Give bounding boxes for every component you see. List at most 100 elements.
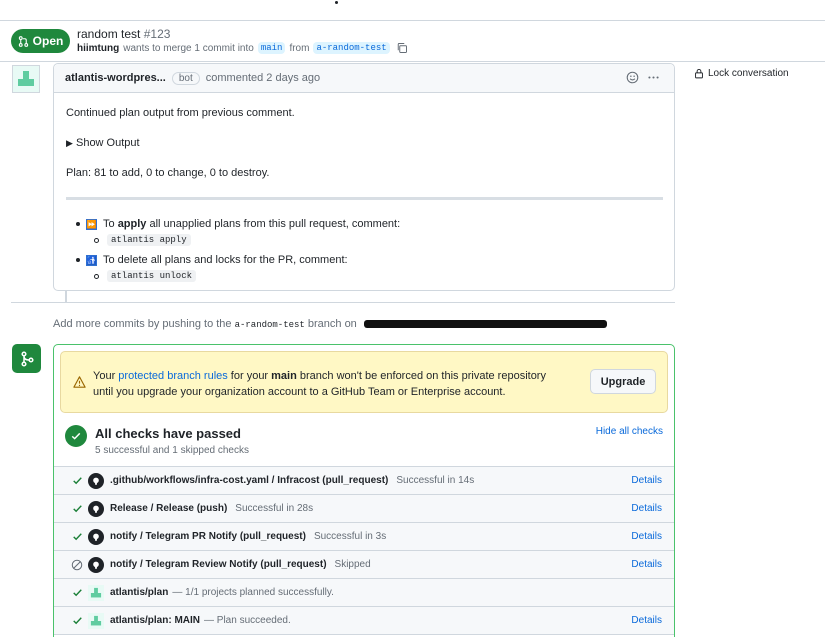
check-icon [70, 475, 84, 486]
pr-author-link[interactable]: hiimtung [77, 43, 119, 54]
copy-icon[interactable] [396, 42, 408, 54]
check-row: atlantis/plan — 1/1 projects planned succ… [54, 579, 674, 607]
check-row: atlantis/plan: MAIN — Plan succeeded. Deta… [54, 607, 674, 635]
pr-title: random test #123 [77, 27, 170, 41]
atlantis-logo-icon [88, 584, 104, 601]
bullet [76, 258, 80, 262]
timeline-divider [11, 302, 675, 303]
plan-summary: Plan: 81 to add, 0 to change, 0 to destr… [66, 167, 270, 179]
head-branch-link[interactable]: a-random-test [313, 42, 390, 54]
list-item-unlock: 🚮 To delete all plans and locks for the … [76, 254, 662, 266]
hide-all-checks-link[interactable]: Hide all checks [596, 426, 663, 437]
github-logo-icon [88, 556, 104, 573]
comment-intro: Continued plan output from previous comm… [66, 107, 295, 119]
check-row: notify / Telegram PR Notify (pull_reques… [54, 523, 674, 551]
pr-subtitle: hiimtung wants to merge 1 commit into ma… [77, 42, 408, 54]
add-commits-branch: a-random-test [234, 320, 305, 330]
comment-actions [626, 71, 660, 84]
triangle-right-icon: ▶ [66, 138, 73, 148]
github-logo-icon [88, 472, 104, 489]
apply-bold: apply [117, 218, 147, 230]
warning-branch: main [271, 370, 297, 382]
comment-header: atlantis-wordpres... bot commented 2 day… [54, 64, 674, 93]
lock-conversation-button[interactable]: Lock conversation [694, 68, 789, 79]
apply-rest: all unapplied plans from this pull reque… [146, 218, 401, 230]
check-name: Release / Release (push) [110, 503, 228, 514]
circle-bullet [94, 237, 99, 243]
comment-author-link[interactable]: atlantis-wordpres... [65, 72, 166, 84]
redacted-repo-link [363, 320, 607, 329]
details-link[interactable]: Details [631, 615, 662, 626]
check-row: notify / Telegram Review Notify (pull_re… [54, 551, 674, 579]
pr-header: Open random test #123 hiimtung wants to … [0, 20, 825, 62]
git-merge-icon [12, 344, 41, 373]
check-icon [70, 587, 84, 598]
check-description: — Plan succeeded. [204, 615, 291, 626]
show-output-toggle[interactable]: ▶ Show Output [66, 137, 662, 149]
pr-number: #123 [143, 27, 171, 41]
circle-bullet [94, 273, 99, 279]
list-subitem-unlock: atlantis unlock [94, 270, 662, 282]
check-circle-icon [65, 425, 87, 447]
check-icon [70, 615, 84, 626]
protected-branch-rules-link[interactable]: protected branch rules [118, 370, 227, 382]
alert-icon [73, 376, 86, 388]
checks-title: All checks have passed [95, 426, 241, 441]
github-logo-icon [88, 528, 104, 545]
check-name: atlantis/plan [110, 587, 169, 598]
details-link[interactable]: Details [631, 559, 662, 570]
check-description: Skipped [334, 559, 371, 570]
list-subitem-apply: atlantis apply [94, 234, 662, 246]
comment-body: Continued plan output from previous comm… [54, 93, 674, 304]
apply-instruction: To apply all unapplied plans from this p… [103, 218, 400, 230]
check-name: notify / Telegram Review Notify (pull_re… [110, 559, 327, 570]
comment-time[interactable]: commented 2 days ago [206, 72, 320, 84]
merge-text: wants to merge 1 commit into [123, 42, 254, 54]
github-logo-icon [88, 500, 104, 517]
warning-part1: Your [93, 370, 119, 382]
bot-avatar[interactable] [12, 65, 40, 93]
skip-icon [70, 559, 84, 571]
check-description: — 1/1 projects planned successfully. [172, 587, 334, 598]
top-dot [335, 1, 338, 4]
add-commits-suffix: branch on [307, 318, 357, 330]
bot-badge: bot [171, 71, 200, 85]
apply-command: atlantis apply [107, 234, 191, 246]
details-link[interactable]: Details [631, 531, 662, 542]
add-commits-hint: Add more commits by pushing to the a-ran… [53, 318, 607, 330]
bullet [76, 222, 80, 226]
put-litter-icon: 🚮 [86, 254, 97, 266]
atlantis-logo-icon [18, 71, 34, 86]
atlantis-logo-icon [88, 612, 104, 629]
warning-text: Your protected branch rules for your mai… [93, 368, 553, 400]
check-description: Successful in 28s [235, 503, 314, 514]
apply-prefix: To [103, 218, 118, 230]
check-icon [70, 531, 84, 542]
open-state-badge: Open [11, 29, 70, 53]
check-icon [70, 503, 84, 514]
kebab-horizontal-icon[interactable] [647, 71, 660, 84]
protected-branch-warning: Your protected branch rules for your mai… [60, 351, 668, 413]
add-commits-prefix: Add more commits by pushing to the [53, 318, 232, 330]
check-name: .github/workflows/infra-cost.yaml / Infr… [110, 475, 389, 486]
bot-comment: atlantis-wordpres... bot commented 2 day… [53, 63, 675, 291]
warning-part2: for your [227, 370, 272, 382]
check-name: notify / Telegram PR Notify (pull_reques… [110, 531, 306, 542]
show-output-label: Show Output [75, 137, 140, 149]
details-link[interactable]: Details [631, 475, 662, 486]
merge-checks-box: Your protected branch rules for your mai… [53, 344, 675, 637]
base-branch-link[interactable]: main [257, 42, 286, 54]
check-description: Successful in 3s [313, 531, 387, 542]
fast-forward-icon: ⏩ [86, 218, 97, 230]
check-row: Release / Release (push) Successful in 28… [54, 495, 674, 523]
list-item-apply: ⏩ To apply all unapplied plans from this… [76, 218, 662, 230]
open-state-label: Open [32, 34, 64, 48]
lock-icon [695, 68, 703, 79]
upgrade-button[interactable]: Upgrade [590, 369, 656, 394]
check-row: .github/workflows/infra-cost.yaml / Infr… [54, 467, 674, 495]
unlock-instruction: To delete all plans and locks for the PR… [103, 254, 348, 266]
check-description: Successful in 14s [396, 475, 475, 486]
smiley-icon[interactable] [626, 71, 639, 84]
details-link[interactable]: Details [631, 503, 662, 514]
pull-request-icon [18, 35, 28, 47]
